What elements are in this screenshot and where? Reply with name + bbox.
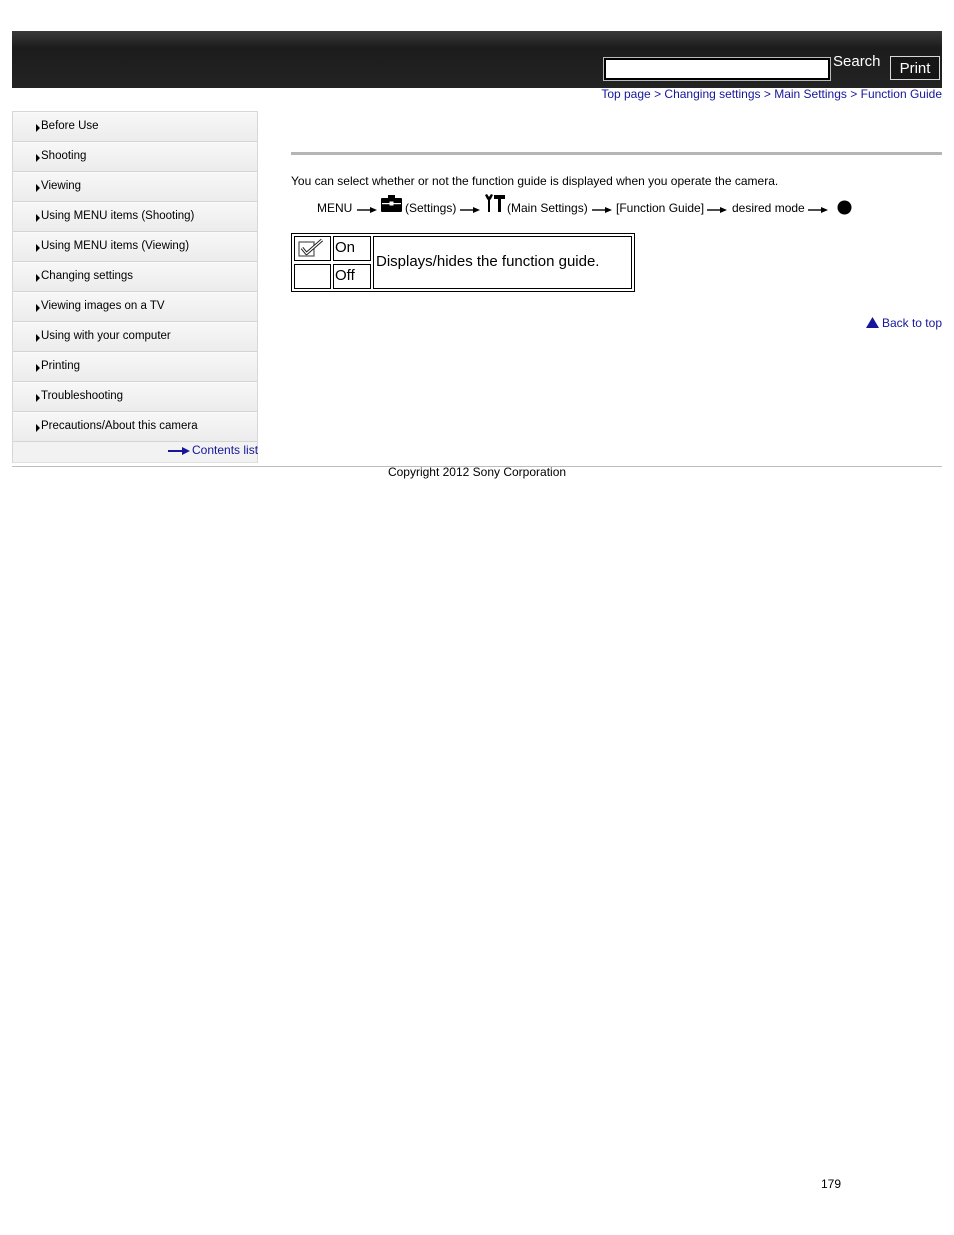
breadcrumb-separator: >	[763, 87, 771, 101]
search-label[interactable]: Search	[833, 53, 881, 70]
sidebar-item-computer[interactable]: Using with your computer	[13, 322, 257, 352]
arrow-right-icon	[36, 304, 40, 312]
header-bar: Search Print	[12, 31, 942, 88]
option-description-cell: Displays/hides the function guide.	[373, 236, 632, 289]
breadcrumb-main-settings[interactable]: Main Settings	[774, 87, 847, 101]
sidebar-item-label: Viewing images on a TV	[41, 300, 165, 312]
contents-list-link[interactable]: Contents list	[168, 443, 258, 457]
sidebar-nav: Before Use Shooting Viewing Using MENU i…	[12, 111, 258, 463]
sidebar-item-printing[interactable]: Printing	[13, 352, 257, 382]
sidebar-item-before-use[interactable]: Before Use	[13, 112, 257, 142]
arrow-right-icon	[36, 274, 40, 282]
arrow-right-icon	[36, 364, 40, 372]
search-input[interactable]	[603, 57, 831, 81]
sidebar-item-label: Printing	[41, 360, 80, 372]
arrow-right-icon	[36, 244, 40, 252]
function-guide-label: [Function Guide]	[616, 201, 705, 215]
sidebar-item-menu-shooting[interactable]: Using MENU items (Shooting)	[13, 202, 257, 232]
sidebar-item-label: Using with your computer	[41, 330, 171, 342]
main-settings-label: (Main Settings)	[507, 201, 588, 215]
sidebar-item-viewing[interactable]: Viewing	[13, 172, 257, 202]
breadcrumb-separator: >	[654, 87, 662, 101]
settings-toolbox-icon	[381, 195, 402, 212]
option-off-label: Off	[335, 267, 355, 284]
option-on-label: On	[335, 239, 356, 256]
arrow-right-icon	[707, 207, 727, 213]
breadcrumb-function-guide[interactable]: Function Guide	[861, 87, 942, 101]
arrow-right-icon	[36, 424, 40, 432]
arrow-right-icon	[36, 184, 40, 192]
contents-list-label: Contents list	[192, 443, 259, 457]
sidebar-item-label: Changing settings	[41, 270, 134, 282]
sidebar-item-label: Before Use	[41, 120, 99, 132]
sidebar-item-label: Viewing	[41, 180, 82, 192]
breadcrumb-top-page[interactable]: Top page	[601, 87, 650, 101]
sidebar-item-label: Precautions/About this camera	[41, 420, 198, 432]
copyright-text: Copyright 2012 Sony Corporation	[387, 465, 567, 479]
main-settings-tools-icon	[485, 194, 505, 212]
arrow-right-icon	[357, 207, 377, 213]
sidebar-item-label: Using MENU items (Viewing)	[41, 240, 190, 252]
sidebar-item-label: Using MENU items (Shooting)	[41, 210, 195, 222]
arrow-right-icon	[36, 334, 40, 342]
center-button-icon	[837, 200, 852, 215]
triangle-up-icon	[865, 317, 879, 328]
print-button[interactable]: Print	[890, 56, 940, 80]
arrow-right-icon	[592, 207, 612, 213]
option-on-cell: On	[333, 236, 371, 261]
arrow-right-icon	[36, 124, 40, 132]
option-off-icon-cell	[294, 264, 331, 289]
option-off-cell: Off	[333, 264, 371, 289]
back-to-top-link[interactable]: Back to top	[865, 316, 942, 330]
sidebar-item-precautions[interactable]: Precautions/About this camera	[13, 412, 257, 442]
arrow-right-icon	[36, 154, 40, 162]
sidebar-item-troubleshooting[interactable]: Troubleshooting	[13, 382, 257, 412]
breadcrumb: Top page > Changing settings > Main Sett…	[601, 87, 942, 101]
title-divider	[291, 152, 942, 155]
sidebar-item-shooting[interactable]: Shooting	[13, 142, 257, 172]
arrow-right-icon	[36, 394, 40, 402]
arrow-right-icon	[168, 446, 190, 455]
desired-mode-label: desired mode	[732, 201, 805, 215]
breadcrumb-separator: >	[850, 87, 858, 101]
page-number: 179	[821, 1177, 842, 1191]
sidebar-item-viewing-tv[interactable]: Viewing images on a TV	[13, 292, 257, 322]
back-to-top-label: Back to top	[881, 316, 942, 330]
breadcrumb-changing-settings[interactable]: Changing settings	[664, 87, 760, 101]
sidebar-item-changing-settings[interactable]: Changing settings	[13, 262, 257, 292]
option-on-icon-cell	[294, 236, 331, 261]
sidebar-item-menu-viewing[interactable]: Using MENU items (Viewing)	[13, 232, 257, 262]
settings-label: (Settings)	[405, 201, 457, 215]
menu-label: MENU	[317, 201, 353, 215]
options-table: On Off Displays/hides the function guide…	[291, 233, 635, 292]
sidebar-item-label: Troubleshooting	[41, 390, 124, 402]
sidebar-item-label: Shooting	[41, 150, 87, 162]
arrow-right-icon	[460, 207, 480, 213]
checkmark-icon	[298, 238, 324, 257]
arrow-right-icon	[808, 207, 828, 213]
arrow-right-icon	[36, 214, 40, 222]
option-description: Displays/hides the function guide.	[376, 253, 600, 270]
intro-text: You can select whether or not the functi…	[291, 174, 779, 188]
